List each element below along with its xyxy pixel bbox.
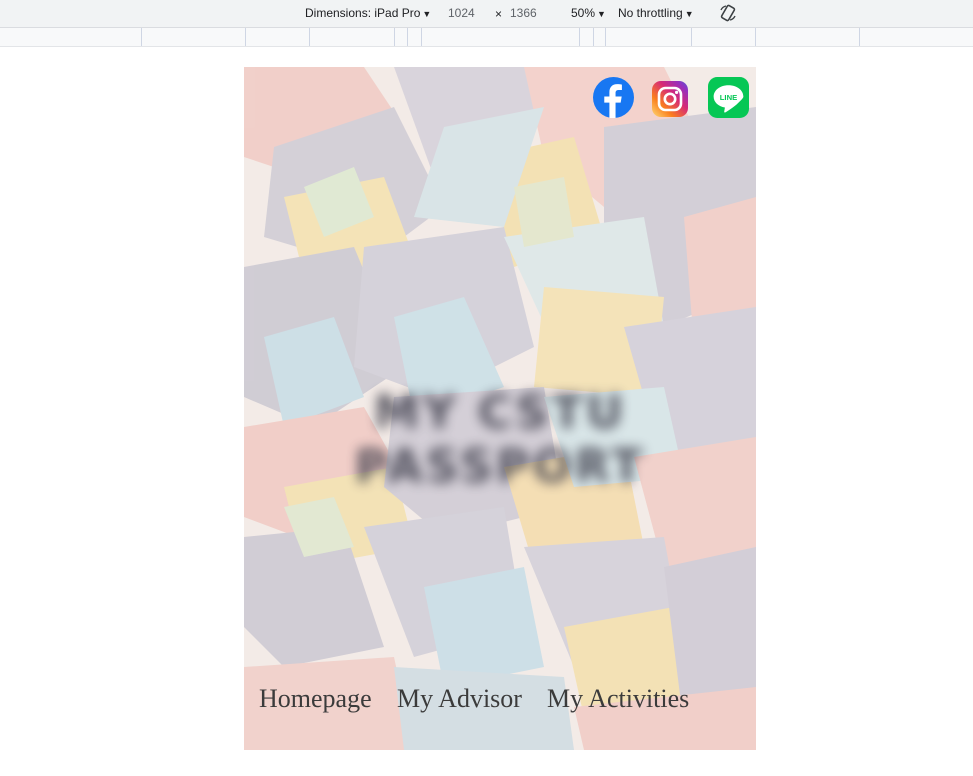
- chevron-down-icon: ▼: [684, 9, 694, 19]
- rotate-icon[interactable]: [719, 4, 737, 22]
- nav-link-homepage[interactable]: Homepage: [259, 684, 372, 714]
- instagram-icon[interactable]: [652, 81, 688, 117]
- zoom-label: 50%: [571, 6, 596, 20]
- line-icon[interactable]: LINE: [708, 77, 749, 118]
- device-viewport: LINE MY CSTU PASSPORT Homepage My Adviso…: [244, 67, 756, 750]
- chevron-down-icon: ▼: [597, 9, 606, 19]
- height-input[interactable]: 1366: [510, 6, 537, 20]
- nav-link-my-advisor[interactable]: My Advisor: [397, 684, 522, 714]
- line-logo-text: LINE: [720, 93, 737, 102]
- facebook-icon[interactable]: [593, 77, 634, 118]
- zoom-select[interactable]: 50% ▼: [571, 6, 606, 20]
- device-toolbar: Dimensions: iPad Pro ▼ 1024 × 1366 50% ▼ N…: [0, 0, 973, 28]
- device-dimensions-label: Dimensions: iPad Pro: [305, 6, 421, 20]
- throttling-label: No throttling: [618, 6, 683, 20]
- throttling-select[interactable]: No throttling ▼: [618, 6, 694, 20]
- width-input[interactable]: 1024: [448, 6, 475, 20]
- page-title-blurred: MY CSTU PASSPORT: [354, 385, 646, 493]
- times-icon: ×: [495, 7, 503, 21]
- nav-link-my-activities[interactable]: My Activities: [547, 684, 689, 714]
- device-dimensions-select[interactable]: Dimensions: iPad Pro ▼: [305, 6, 431, 20]
- chevron-down-icon: ▼: [422, 9, 432, 19]
- media-query-ruler: [0, 28, 973, 47]
